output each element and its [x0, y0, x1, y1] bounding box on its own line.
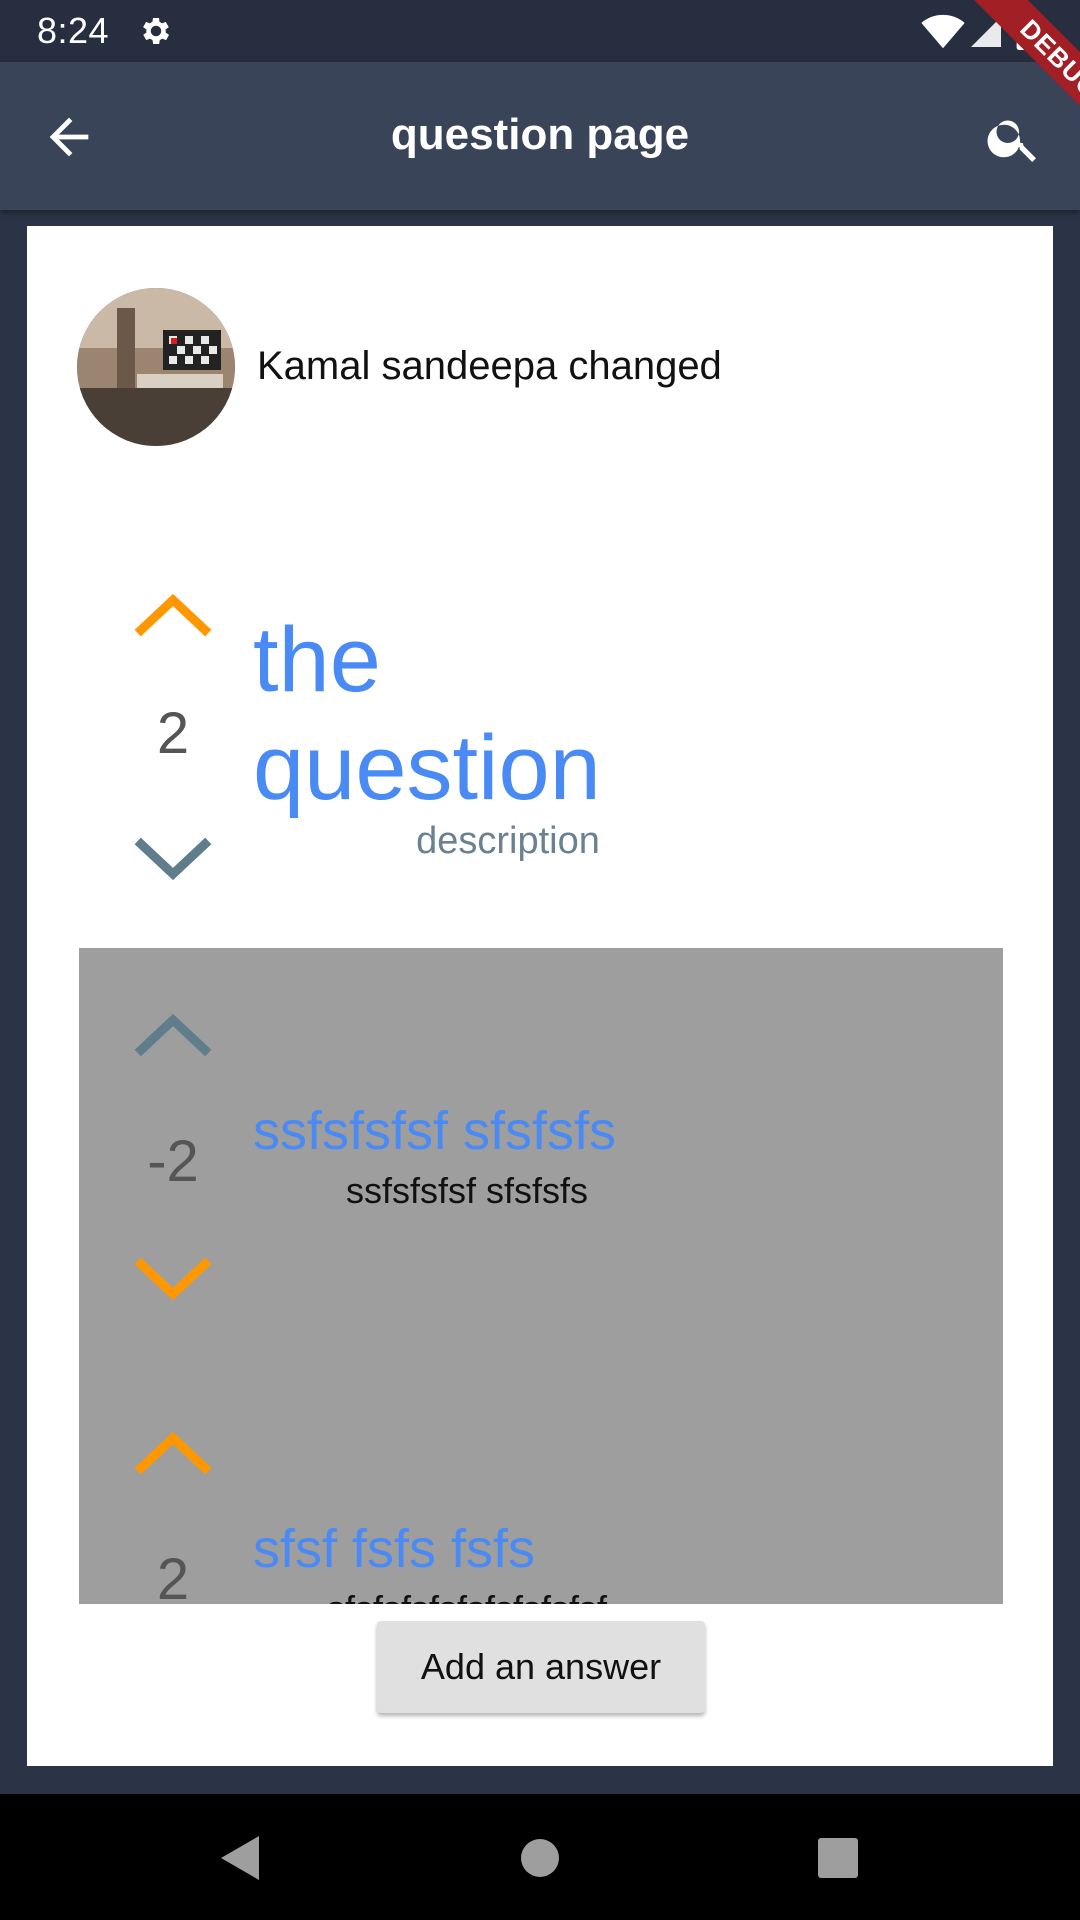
question-title-line-2: question: [253, 717, 601, 819]
question-title: the question: [253, 606, 601, 822]
answers-list[interactable]: -2 ssfsfsfsf sfsfsfs ssfsfsfsf sfsfsfs 2…: [79, 948, 1003, 1604]
avatar[interactable]: [77, 288, 235, 446]
question-description: description: [416, 820, 600, 862]
add-answer-button[interactable]: Add an answer: [377, 1621, 705, 1713]
answer-body: ssfsfsfsf sfsfsfs: [345, 1170, 588, 1211]
question-card: Kamal sandeepa changed 2 the question de…: [27, 226, 1053, 1766]
navigation-bar: [0, 1794, 1080, 1920]
downvote-chevron-icon[interactable]: [133, 834, 213, 886]
avatar-image: [77, 288, 235, 446]
status-time: 8:24: [37, 10, 110, 51]
settings-icon: [143, 17, 170, 45]
downvote-chevron-icon[interactable]: [133, 1254, 213, 1306]
upvote-chevron-icon[interactable]: [133, 588, 213, 640]
question-title-line-1: the: [253, 609, 381, 711]
answer-vote-count: 2: [156, 1547, 190, 1604]
app-bar: question page: [0, 62, 1080, 210]
upvote-chevron-icon[interactable]: [133, 1426, 213, 1478]
answer-vote-count: -2: [147, 1129, 199, 1194]
signal-icon: [971, 17, 1001, 47]
home-circle-icon[interactable]: [510, 1828, 570, 1888]
author-name: Kamal sandeepa changed: [257, 344, 722, 388]
search-icon[interactable]: [984, 108, 1044, 168]
answer-title: ssfsfsfsf sfsfsfs: [253, 1101, 617, 1161]
page-title: question page: [390, 110, 690, 159]
recents-square-icon[interactable]: [808, 1828, 868, 1888]
back-triangle-icon[interactable]: [209, 1828, 269, 1888]
battery-icon: [1016, 12, 1038, 50]
answer-body: sfsfsfsfsfsfsfsfsfsf: [253, 1588, 681, 1604]
wifi-icon: [921, 14, 965, 49]
status-bar: 8:24: [0, 0, 1080, 62]
upvote-chevron-icon[interactable]: [133, 1008, 213, 1060]
question-vote-count: 2: [156, 701, 190, 766]
answer-title: sfsf fsfs fsfs: [253, 1519, 536, 1579]
